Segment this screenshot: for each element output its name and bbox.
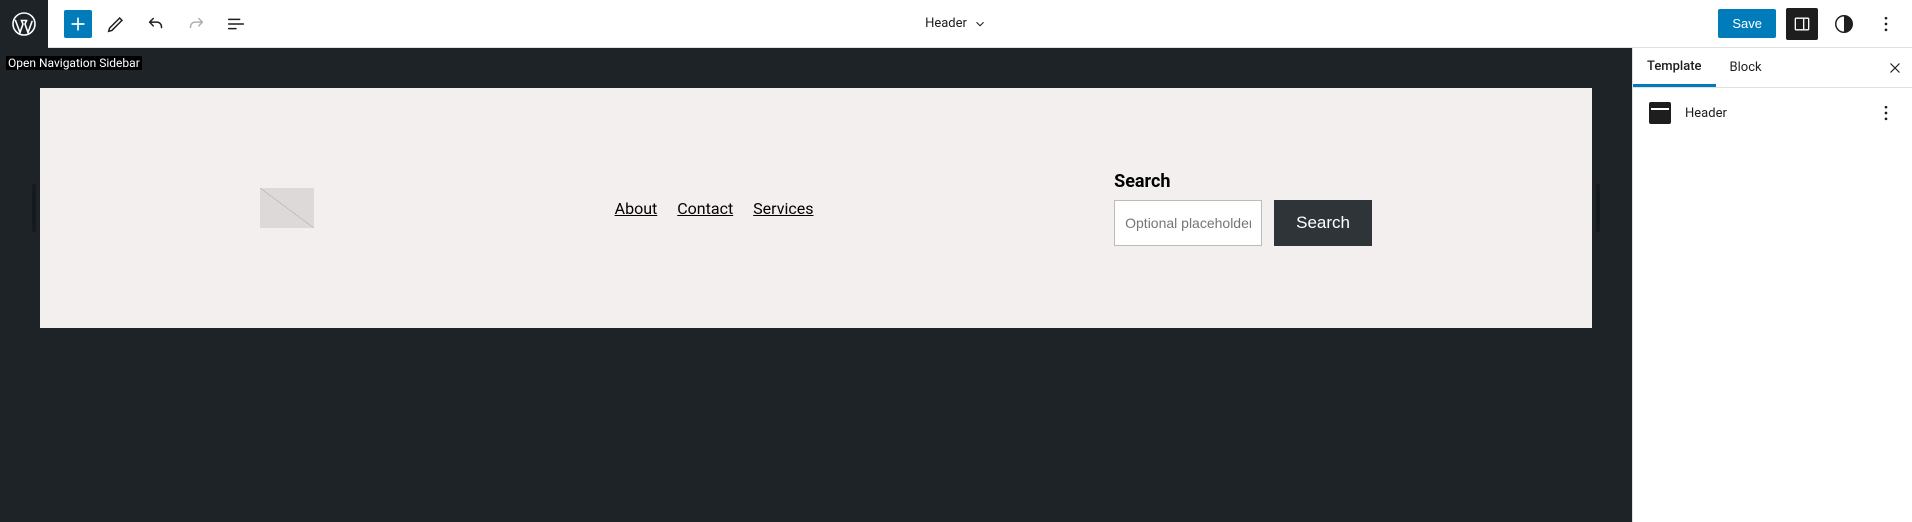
save-button[interactable]: Save bbox=[1718, 9, 1776, 38]
undo-button[interactable] bbox=[140, 8, 172, 40]
settings-toggle-button[interactable] bbox=[1786, 8, 1818, 40]
chevron-down-icon bbox=[973, 17, 987, 31]
add-block-button[interactable] bbox=[64, 10, 92, 38]
toolbar-left bbox=[48, 8, 252, 40]
template-name: Header bbox=[925, 16, 967, 31]
search-block[interactable]: Search Search bbox=[1114, 171, 1372, 246]
header-inner: About Contact Services Search Search bbox=[40, 171, 1592, 246]
resize-handle-right[interactable] bbox=[1596, 184, 1600, 232]
nav-sidebar-tooltip: Open Navigation Sidebar bbox=[6, 56, 142, 70]
wordpress-icon bbox=[12, 12, 36, 36]
styles-button[interactable] bbox=[1828, 8, 1860, 40]
nav-link-about[interactable]: About bbox=[615, 199, 658, 218]
pencil-icon bbox=[105, 13, 127, 35]
sidebar-icon bbox=[1792, 14, 1812, 34]
list-icon bbox=[225, 13, 247, 35]
header-template-canvas[interactable]: About Contact Services Search Search bbox=[40, 88, 1592, 328]
topbar: Header Save bbox=[0, 0, 1912, 48]
edit-mode-button[interactable] bbox=[100, 8, 132, 40]
styles-icon bbox=[1833, 13, 1855, 35]
settings-sidebar: Template Block Header bbox=[1632, 48, 1912, 522]
search-input[interactable] bbox=[1114, 200, 1262, 246]
options-button[interactable] bbox=[1870, 8, 1902, 40]
editor-canvas-wrapper: Open Navigation Sidebar About Contact Se… bbox=[0, 48, 1632, 522]
template-panel-row: Header bbox=[1633, 88, 1912, 138]
close-icon bbox=[1886, 59, 1904, 77]
header-template-icon bbox=[1649, 102, 1671, 124]
dots-vertical-icon bbox=[1876, 103, 1896, 123]
nav-link-services[interactable]: Services bbox=[753, 199, 813, 218]
dots-vertical-icon bbox=[1876, 14, 1896, 34]
tab-template[interactable]: Template bbox=[1633, 48, 1716, 87]
close-sidebar-button[interactable] bbox=[1886, 59, 1904, 77]
template-panel-title: Header bbox=[1685, 106, 1727, 121]
wordpress-logo[interactable] bbox=[0, 0, 48, 48]
plus-icon bbox=[68, 14, 88, 34]
sidebar-tabs: Template Block bbox=[1633, 48, 1912, 88]
nav-link-contact[interactable]: Contact bbox=[677, 199, 733, 218]
document-overview-button[interactable] bbox=[220, 8, 252, 40]
search-label: Search bbox=[1114, 171, 1372, 192]
redo-button bbox=[180, 8, 212, 40]
resize-handle-left[interactable] bbox=[32, 184, 36, 232]
undo-icon bbox=[145, 13, 167, 35]
search-row: Search bbox=[1114, 200, 1372, 246]
navigation-block[interactable]: About Contact Services bbox=[615, 199, 814, 218]
main-area: Open Navigation Sidebar About Contact Se… bbox=[0, 48, 1912, 522]
tab-block[interactable]: Block bbox=[1716, 48, 1776, 87]
template-selector[interactable]: Header bbox=[925, 16, 987, 31]
toolbar-right: Save bbox=[1718, 8, 1912, 40]
search-submit-button[interactable]: Search bbox=[1274, 200, 1372, 246]
site-logo-placeholder[interactable] bbox=[260, 188, 314, 228]
template-panel-more-button[interactable] bbox=[1876, 103, 1896, 123]
redo-icon bbox=[185, 13, 207, 35]
